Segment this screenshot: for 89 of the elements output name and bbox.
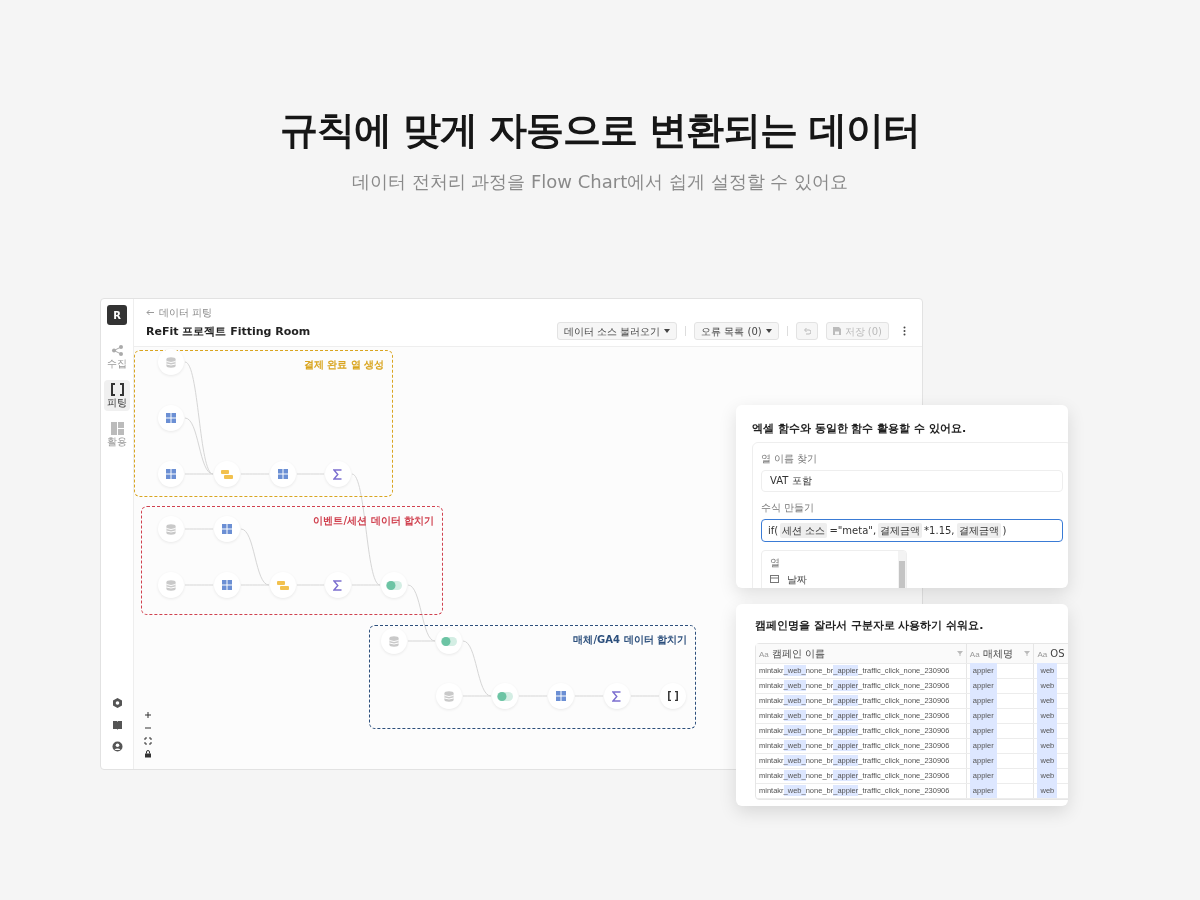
fit-view-icon[interactable] xyxy=(144,737,152,745)
field-label: 수식 만들기 xyxy=(761,500,816,515)
flow-node[interactable] xyxy=(436,628,462,654)
dropdown-button[interactable]: 데이터 소스 불러오기 xyxy=(556,322,678,340)
column-header[interactable]: Aa 캠페인 이름 xyxy=(756,643,967,663)
more-icon xyxy=(903,326,906,336)
zoom-in-icon[interactable] xyxy=(144,711,152,719)
flow-node[interactable] xyxy=(158,461,184,487)
flow-node[interactable] xyxy=(325,572,351,598)
formula-text: *1.15, xyxy=(924,523,955,538)
grid-icon xyxy=(556,691,566,701)
toggle-icon xyxy=(497,691,513,701)
formula-text: ="meta", xyxy=(829,523,877,538)
lock-icon[interactable] xyxy=(144,750,152,758)
dropdown-button[interactable]: 오류 목록 (0) xyxy=(694,322,779,340)
sigma-icon xyxy=(333,468,343,480)
flow-node[interactable] xyxy=(436,683,462,709)
flow-node[interactable] xyxy=(214,572,240,598)
page-title: ReFit 프로젝트 Fitting Room xyxy=(146,323,312,340)
sigma-icon xyxy=(333,579,343,591)
stacked-bars-icon xyxy=(221,469,233,479)
stacked-bars-icon xyxy=(277,580,289,590)
flow-node[interactable] xyxy=(214,461,240,487)
toggle-icon xyxy=(386,580,402,590)
flow-node[interactable] xyxy=(325,461,351,487)
filter-icon[interactable] xyxy=(1024,650,1031,656)
list-item[interactable]: 날짜 xyxy=(787,571,807,587)
database-icon xyxy=(166,523,176,535)
book-icon[interactable] xyxy=(111,719,123,730)
group-title: 결제 완료 열 생성 xyxy=(303,358,384,372)
database-icon xyxy=(389,635,399,647)
brackets-icon xyxy=(668,691,678,701)
grid-icon xyxy=(278,469,288,479)
filter-icon[interactable] xyxy=(956,650,963,656)
column-chip: 세션 소스 xyxy=(780,522,828,538)
flow-node[interactable] xyxy=(158,572,184,598)
subtitle: 데이터 전처리 과정을 Flow Chart에서 쉽게 설정할 수 있어요 xyxy=(350,169,850,194)
breadcrumb-link[interactable]: 데이터 피팅 xyxy=(159,304,213,320)
toggle-icon xyxy=(441,636,457,646)
database-icon xyxy=(444,690,454,702)
grid-icon xyxy=(222,580,232,590)
settings-icon[interactable] xyxy=(111,697,123,708)
database-icon xyxy=(166,579,176,591)
caret-icon xyxy=(765,329,772,333)
grid-icon xyxy=(166,469,176,479)
field-label: 열 이름 찾기 xyxy=(761,451,819,466)
grid-icon xyxy=(166,413,176,423)
formula-text: ) xyxy=(1002,523,1007,538)
flow-node[interactable] xyxy=(660,683,686,709)
headline: 규칙에 맞게 자동으로 변환되는 데이터 xyxy=(278,108,922,154)
flow-node[interactable] xyxy=(158,349,184,375)
share-icon xyxy=(110,344,124,357)
calendar-icon xyxy=(770,575,779,583)
group-title: 매체/GA4 데이터 합치기 xyxy=(573,633,687,647)
group-title: 이벤트/세션 데이터 합치기 xyxy=(313,514,434,528)
flow-node[interactable] xyxy=(604,683,630,709)
panel-heading: 캠페인명을 잘라서 구분자로 사용하기 쉬워요. xyxy=(755,618,985,634)
column-chip: 결제금액 xyxy=(956,522,1001,538)
database-icon xyxy=(166,356,176,368)
flow-node[interactable] xyxy=(214,516,240,542)
brackets-icon xyxy=(110,383,124,396)
caret-icon xyxy=(664,329,671,333)
flow-node[interactable] xyxy=(492,683,518,709)
panel-heading: 엑셀 함수와 동일한 함수 활용할 수 있어요. xyxy=(752,421,968,437)
flow-node[interactable] xyxy=(158,405,184,431)
scrollbar-thumb[interactable] xyxy=(899,560,905,588)
column-header[interactable]: Aa 매체명 xyxy=(966,643,1035,663)
flow-node[interactable] xyxy=(270,572,296,598)
formula-text: if( xyxy=(768,523,779,538)
column-name-field[interactable]: VAT 포함 xyxy=(761,469,1063,492)
column-header[interactable]: Aa OS xyxy=(1034,643,1068,663)
sidebar-item[interactable]: 피팅 xyxy=(104,380,130,411)
undo-icon xyxy=(802,327,811,335)
flow-node[interactable] xyxy=(270,461,296,487)
grid-icon xyxy=(222,524,232,534)
flow-node[interactable] xyxy=(381,628,407,654)
layout-icon xyxy=(110,422,124,435)
formula-field[interactable]: if( 세션 소스 ="meta", 결제금액 *1.15, 결제금액 ) xyxy=(761,518,1063,542)
zoom-out-icon[interactable] xyxy=(144,724,152,732)
sigma-icon xyxy=(612,690,622,702)
logo: R xyxy=(107,305,127,325)
user-icon[interactable] xyxy=(111,741,123,752)
save-icon xyxy=(832,327,841,335)
flow-node[interactable] xyxy=(158,516,184,542)
flow-node[interactable] xyxy=(548,683,574,709)
column-chip: 결제금액 xyxy=(878,522,923,538)
flow-node[interactable] xyxy=(381,572,407,598)
back-arrow-icon[interactable] xyxy=(146,308,155,316)
list-header: 열 xyxy=(770,555,781,570)
